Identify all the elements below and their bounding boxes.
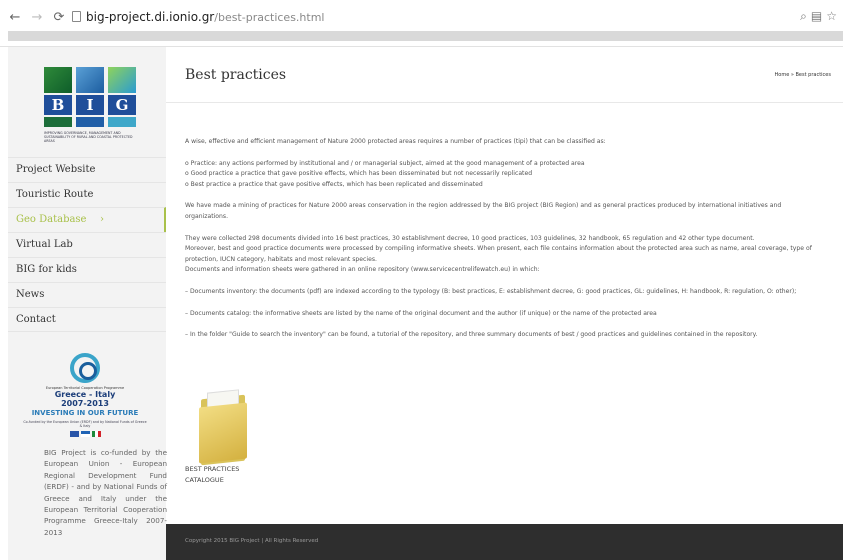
definition-good-practice: o Good practice a practice that gave pos… (185, 170, 533, 178)
intro-paragraph: A wise, effective and efficient manageme… (185, 138, 606, 145)
sidebar-menu: Project Website Touristic Route Geo Data… (8, 157, 166, 332)
sidebar-item-label: Touristic Route (16, 189, 94, 200)
program-swirl-icon (70, 353, 100, 383)
title-bar: Best practices Home » Best practices (166, 47, 843, 103)
logo-strip-2 (76, 117, 104, 127)
page-title: Best practices (185, 67, 287, 83)
page-icon (72, 11, 81, 22)
article-body: A wise, effective and efficient manageme… (185, 137, 825, 341)
sidebar-item-label: BIG for kids (16, 264, 77, 275)
program-line-2: Greece - Italy (54, 390, 116, 399)
folder-link[interactable]: BEST PRACTICES CATALOGUE (185, 464, 239, 486)
logo-tile-forest (44, 67, 72, 93)
sidebar-item-label: Geo Database (16, 214, 87, 225)
copyright-text: Copyright 2015 BIG Project | All Rights … (185, 538, 319, 544)
star-icon[interactable]: ☆ (826, 9, 837, 24)
sidebar-item-contact[interactable]: Contact (8, 307, 166, 332)
greece-flag-icon (80, 431, 90, 437)
program-line-5: Co-funded by the European Union (ERDF) a… (23, 420, 147, 428)
program-line-4: INVESTING IN OUR FUTURE (31, 409, 139, 417)
main-content: Best practices Home » Best practices A w… (166, 47, 843, 524)
bullet-inventory: – Documents inventory: the documents (pd… (185, 287, 797, 295)
address-bar[interactable]: big-project.di.ionio.gr/best-practices.h… (86, 10, 324, 24)
collected-paragraph-3: Documents and information sheets were ga… (185, 266, 540, 274)
sidebar-item-label: News (16, 289, 45, 300)
sidebar-item-label: Contact (16, 314, 56, 325)
url-path: /best-practices.html (214, 11, 325, 24)
reload-icon[interactable]: ⟳ (52, 10, 66, 25)
sidebar-item-project-website[interactable]: Project Website (8, 157, 166, 182)
sidebar-item-news[interactable]: News (8, 282, 166, 307)
breadcrumb[interactable]: Home » Best practices (775, 72, 832, 78)
big-logo[interactable]: B I G IMPROVING GOVERNANCE, MANAGEMENT A… (44, 67, 136, 152)
cofund-text: BIG Project is co-funded by the European… (44, 448, 167, 537)
sidebar-item-virtual-lab[interactable]: Virtual Lab (8, 232, 166, 257)
italy-flag-icon (91, 431, 101, 437)
program-logo[interactable]: European Territorial Cooperation Program… (22, 353, 148, 437)
collected-paragraph-2: Moreover, best and good practice documen… (185, 245, 812, 263)
translate-icon[interactable]: ▤ (811, 9, 822, 24)
sidebar-item-label: Project Website (16, 164, 96, 175)
sidebar-item-geo-database[interactable]: Geo Database › (8, 207, 166, 232)
browser-tools: ⌕ ▤ ☆ (800, 9, 837, 24)
footer: Copyright 2015 BIG Project | All Rights … (166, 524, 843, 560)
bullet-catalog: – Documents catalog: the informative she… (185, 309, 657, 317)
logo-strip-3 (108, 117, 136, 127)
arrow-right-icon[interactable]: → (30, 10, 44, 25)
url-host: big-project.di.ionio.gr (86, 10, 215, 24)
logo-strip-1 (44, 117, 72, 127)
folder-label-line-2: CATALOGUE (185, 476, 224, 484)
folder-icon[interactable] (199, 389, 249, 466)
mining-paragraph: We have made a mining of practices for N… (185, 202, 782, 220)
chevron-right-icon: › (100, 214, 104, 225)
sidebar-item-label: Virtual Lab (16, 239, 73, 250)
eu-flag-icon (69, 431, 79, 437)
definition-practice: o Practice: any actions performed by ins… (185, 159, 585, 167)
zoom-icon[interactable]: ⌕ (800, 9, 807, 24)
sidebar-item-big-for-kids[interactable]: BIG for kids (8, 257, 166, 282)
flags (22, 431, 148, 437)
program-line-3: 2007-2013 (61, 399, 109, 408)
logo-letter-g: G (108, 95, 136, 115)
collected-paragraph-1: They were collected 298 documents divide… (185, 234, 755, 242)
logo-letter-b: B (44, 95, 72, 115)
arrow-left-icon[interactable]: ← (8, 10, 22, 25)
logo-tile-bird (108, 67, 136, 93)
sidebar-item-touristic-route[interactable]: Touristic Route (8, 182, 166, 207)
logo-tile-sky (76, 67, 104, 93)
bookmarks-strip (8, 31, 843, 41)
browser-toolbar: ← → ⟳ big-project.di.ionio.gr/best-pract… (0, 0, 843, 47)
browser-nav: ← → ⟳ (8, 10, 66, 25)
definition-best-practice: o Best practice a practice that gave pos… (185, 180, 483, 188)
logo-caption: IMPROVING GOVERNANCE, MANAGEMENT AND SUS… (44, 131, 133, 143)
logo-letter-i: I (76, 95, 104, 115)
bullet-guide: – In the folder "Guide to search the inv… (185, 331, 758, 339)
folder-label-line-1: BEST PRACTICES (185, 465, 240, 473)
